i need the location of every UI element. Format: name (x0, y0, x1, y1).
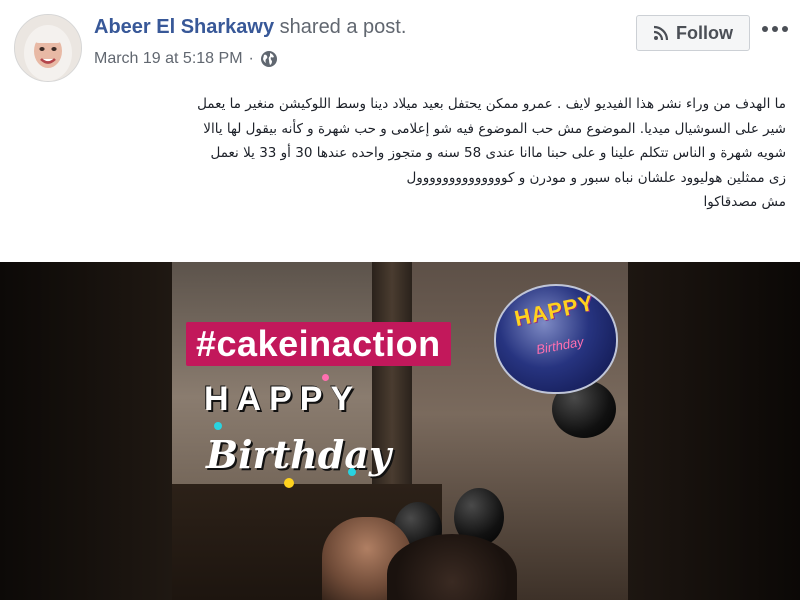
hashtag-sticker: #cakeinaction (186, 322, 451, 366)
confetti-dot (322, 374, 329, 381)
follow-button[interactable]: Follow (636, 15, 750, 51)
balloon-text: HAPPY (512, 289, 597, 332)
more-options-icon[interactable] (760, 18, 790, 40)
happy-sticker: HAPPY (204, 380, 362, 418)
post-body-text: ما الهدف من وراء نشر هذا الفيديو لايف . … (14, 92, 786, 215)
post-meta: March 19 at 5:18 PM · (94, 50, 278, 68)
post-action-text: shared a post. (279, 16, 407, 38)
media-blur-left (0, 262, 172, 600)
media-story-frame: HAPPY Birthday #cakeinaction HAPPY Birth… (172, 262, 628, 600)
follow-label: Follow (676, 22, 733, 43)
post-text-line: ما الهدف من وراء نشر هذا الفيديو لايف . … (197, 96, 786, 112)
post-timestamp[interactable]: March 19 at 5:18 PM (94, 50, 243, 68)
author-name-link[interactable]: Abeer El Sharkawy (94, 16, 274, 38)
birthday-foil-balloon: HAPPY Birthday (494, 284, 618, 394)
confetti-dot (348, 468, 356, 476)
globe-icon[interactable] (260, 50, 278, 68)
feed-post: Abeer El Sharkawy shared a post. March 1… (0, 0, 800, 600)
confetti-dot (214, 422, 222, 430)
post-header-line: Abeer El Sharkawy shared a post. (94, 16, 406, 39)
author-avatar[interactable] (14, 14, 82, 82)
post-text-line: مش مصدقاكوا (703, 194, 786, 210)
balloon-subtext: Birthday (535, 333, 585, 358)
rss-icon (653, 25, 669, 41)
post-text-line: شويه شهرة و الناس تتكلم علينا و على حبنا… (210, 145, 786, 161)
birthday-sticker: Birthday (206, 432, 392, 477)
post-media-video[interactable]: HAPPY Birthday #cakeinaction HAPPY Birth… (0, 262, 800, 600)
post-text-line: زى ممثلين هوليوود علشان نباه سبور و مودر… (406, 169, 786, 186)
media-blur-right (628, 262, 800, 600)
post-text-line: شير على السوشيال ميديا. الموضوع مش حب ال… (203, 120, 786, 137)
meta-separator: · (248, 50, 254, 67)
confetti-dot (284, 478, 294, 488)
